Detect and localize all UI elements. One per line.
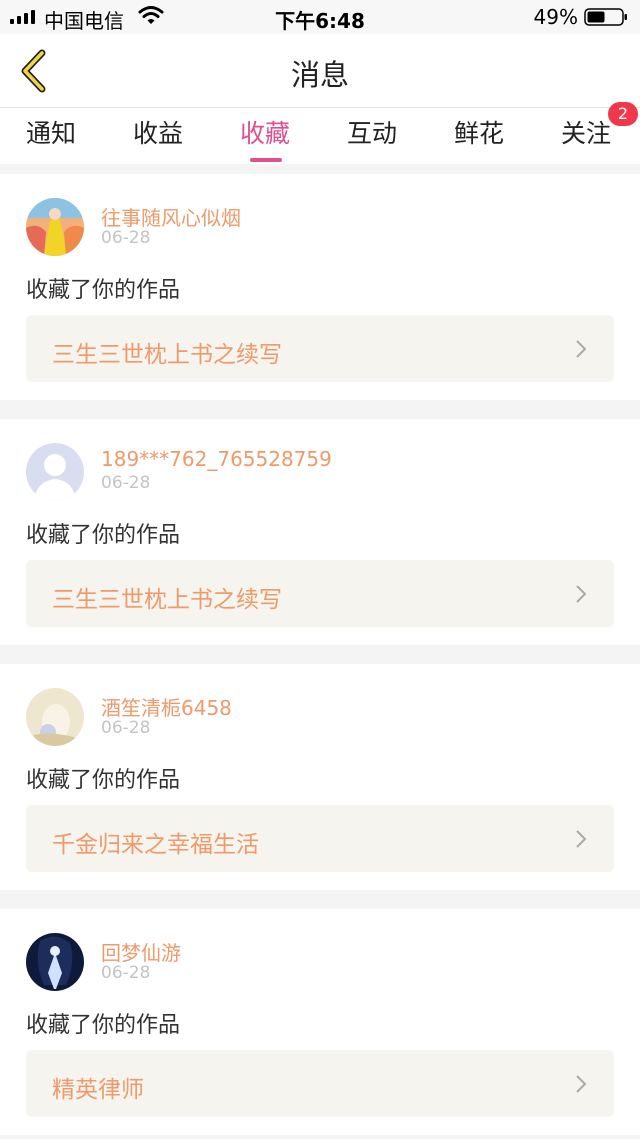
tab-label: 鲜花 xyxy=(453,119,504,148)
avatar[interactable] xyxy=(26,688,84,746)
tab-bar: 通知 收益 收藏 互动 鲜花 关注 xyxy=(0,108,640,164)
action-text: 收藏了你的作品 xyxy=(26,278,181,303)
action-text: 收藏了你的作品 xyxy=(26,523,181,548)
work-title: 三生三世枕上书之续写 xyxy=(52,587,282,613)
chevron-right-icon xyxy=(576,1075,587,1093)
chevron-right-icon xyxy=(576,340,587,358)
status-bar: 中国电信 下午6:48 49% xyxy=(0,0,640,34)
signal-icon xyxy=(10,10,35,24)
message-date: 06-28 xyxy=(101,718,151,738)
message-date: 06-28 xyxy=(101,963,151,983)
carrier-label: 中国电信 xyxy=(44,9,124,33)
user-name[interactable]: 回梦仙游 xyxy=(101,937,181,966)
avatar[interactable] xyxy=(26,198,84,256)
work-link[interactable]: 三生三世枕上书之续写 xyxy=(26,560,614,627)
work-title: 千金归来之幸福生活 xyxy=(52,832,259,858)
tab-flowers[interactable]: 鲜花 xyxy=(434,114,524,162)
user-name[interactable]: 往事随风心似烟 xyxy=(101,202,241,231)
message-date: 06-28 xyxy=(101,228,151,248)
back-chevron-icon xyxy=(21,49,46,93)
user-name[interactable]: 酒笙清栀6458 xyxy=(101,692,232,721)
tab-notice[interactable]: 通知 xyxy=(6,114,96,162)
battery-percent: 49% xyxy=(533,5,578,29)
tab-earnings[interactable]: 收益 xyxy=(113,114,203,162)
work-link[interactable]: 千金归来之幸福生活 xyxy=(26,805,614,872)
message-list: 往事随风心似烟 06-28 收藏了你的作品 三生三世枕上书之续写 189***7… xyxy=(0,174,640,1139)
wifi-icon xyxy=(138,6,164,24)
battery-icon xyxy=(584,8,627,26)
list-item: 往事随风心似烟 06-28 收藏了你的作品 三生三世枕上书之续写 xyxy=(0,174,640,400)
work-title: 三生三世枕上书之续写 xyxy=(52,342,282,368)
active-tab-indicator xyxy=(250,158,282,162)
list-item: 回梦仙游 06-28 收藏了你的作品 精英律师 xyxy=(0,909,640,1135)
avatar[interactable] xyxy=(26,933,84,991)
tab-label: 收藏 xyxy=(239,119,290,148)
follow-badge: 2 xyxy=(608,102,638,126)
tab-label: 收益 xyxy=(132,119,183,148)
chevron-right-icon xyxy=(576,585,587,603)
action-text: 收藏了你的作品 xyxy=(26,1013,181,1038)
user-name[interactable]: 189***762_765528759 xyxy=(101,447,332,471)
work-link[interactable]: 三生三世枕上书之续写 xyxy=(26,315,614,382)
avatar[interactable] xyxy=(26,443,84,501)
tab-label: 通知 xyxy=(25,119,76,148)
back-button[interactable] xyxy=(8,46,58,96)
list-item: 酒笙清栀6458 06-28 收藏了你的作品 千金归来之幸福生活 xyxy=(0,664,640,890)
list-item: 189***762_765528759 06-28 收藏了你的作品 三生三世枕上… xyxy=(0,419,640,645)
page-title: 消息 xyxy=(290,58,349,92)
tab-label: 关注 xyxy=(560,119,611,148)
chevron-right-icon xyxy=(576,830,587,848)
action-text: 收藏了你的作品 xyxy=(26,768,181,793)
message-date: 06-28 xyxy=(101,473,151,493)
tab-label: 互动 xyxy=(346,119,397,148)
work-link[interactable]: 精英律师 xyxy=(26,1050,614,1117)
nav-bar: 消息 xyxy=(0,34,640,108)
tab-favorites[interactable]: 收藏 xyxy=(220,114,310,162)
tab-interaction[interactable]: 互动 xyxy=(327,114,417,162)
work-title: 精英律师 xyxy=(52,1077,144,1103)
